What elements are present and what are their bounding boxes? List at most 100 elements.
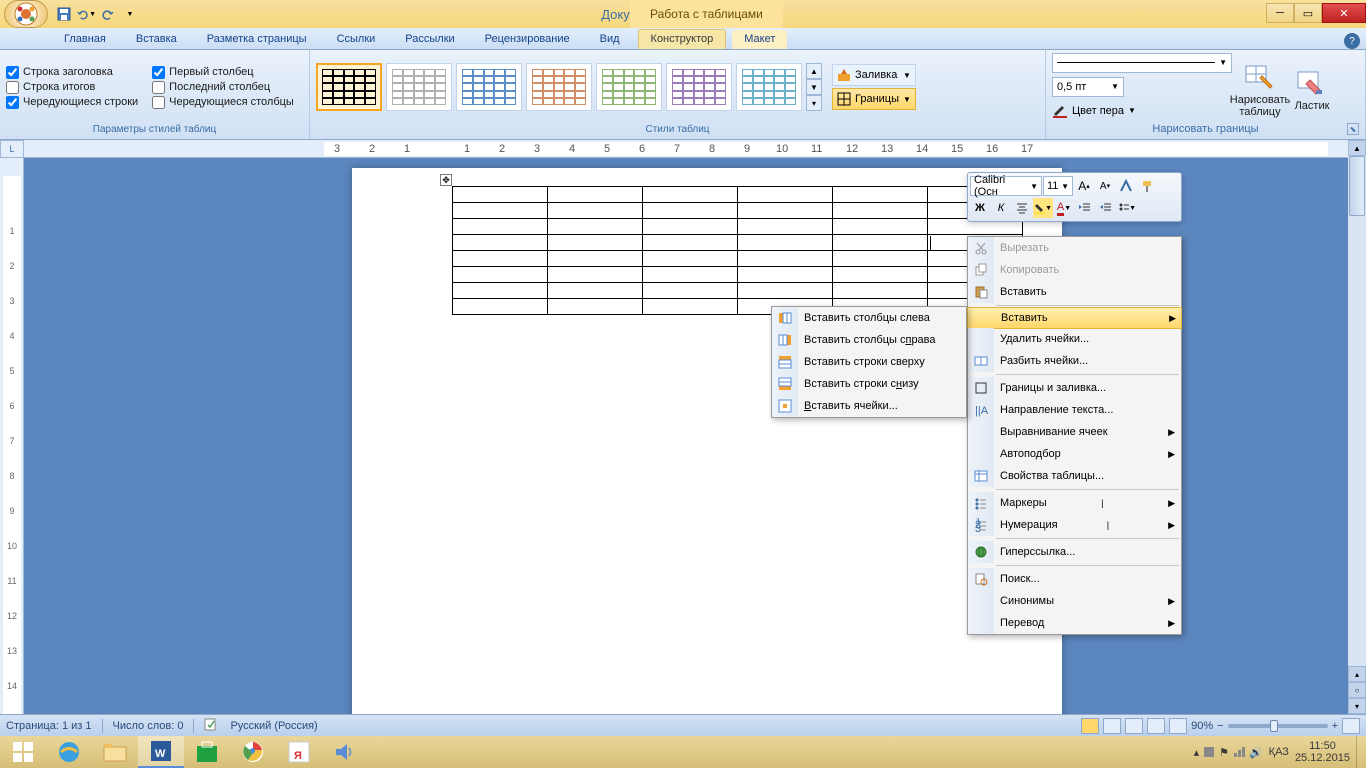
minimize-button[interactable]: ─	[1266, 3, 1294, 23]
ctx-autofit[interactable]: Автоподбор▶	[968, 443, 1181, 465]
eraser-button[interactable]: Ластик	[1288, 62, 1336, 112]
browse-object-icon[interactable]: ○	[1348, 682, 1366, 698]
view-draft-icon[interactable]	[1169, 718, 1187, 734]
draw-table-button[interactable]: Нарисовать таблицу	[1236, 56, 1284, 118]
tray-language[interactable]: ҚАЗ	[1269, 746, 1289, 758]
taskbar-explorer-icon[interactable]	[92, 736, 138, 768]
table-style-item[interactable]	[456, 63, 522, 111]
ctx-hyperlink[interactable]: Гиперссылка...	[968, 541, 1181, 563]
ctx-split-cells[interactable]: Разбить ячейки...	[968, 350, 1181, 372]
vertical-scrollbar[interactable]: ▲ ▴ ○ ▾	[1348, 140, 1366, 714]
status-language[interactable]: Русский (Россия)	[230, 720, 317, 732]
status-proofing-icon[interactable]	[204, 717, 220, 734]
border-weight-combo[interactable]: 0,5 пт▼	[1052, 77, 1124, 97]
vertical-ruler[interactable]: 1 2 3 4 5 6 7 8 9 10 11 12 13 14	[0, 158, 24, 714]
bold-icon[interactable]: Ж	[970, 198, 990, 218]
border-style-combo[interactable]: ▼	[1052, 53, 1232, 73]
close-button[interactable]: ✕	[1322, 3, 1366, 23]
gallery-scroll[interactable]: ▲▼▾	[806, 63, 822, 111]
table-style-item[interactable]	[386, 63, 452, 111]
table-style-item[interactable]	[526, 63, 592, 111]
horizontal-ruler[interactable]: 3 2 1 1 2 3 4 5 6 7 8 9 10 11 12 13 14 1…	[24, 140, 1348, 158]
prev-page-icon[interactable]: ▴	[1348, 666, 1366, 682]
tab-mailings[interactable]: Рассылки	[393, 30, 466, 49]
tray-icon[interactable]	[1202, 745, 1216, 759]
ctx-cell-alignment[interactable]: Выравнивание ячеек▶	[968, 421, 1181, 443]
check-header-row[interactable]: Строка заголовка	[6, 66, 138, 79]
next-page-icon[interactable]: ▾	[1348, 698, 1366, 714]
tab-home[interactable]: Главная	[52, 30, 118, 49]
check-last-col[interactable]: Последний столбец	[152, 81, 294, 94]
help-button[interactable]: ?	[1344, 33, 1360, 49]
sub-cells[interactable]: Вставить ячейки...	[772, 395, 966, 417]
borders-button[interactable]: Границы▼	[832, 88, 916, 110]
font-size-combo[interactable]: 11▼	[1043, 176, 1073, 196]
qat-customize-icon[interactable]: ▼	[120, 4, 140, 24]
tab-page-layout[interactable]: Разметка страницы	[195, 30, 319, 49]
tray-network-icon[interactable]	[1232, 745, 1246, 759]
document-table[interactable]	[452, 186, 1023, 315]
table-style-item[interactable]	[666, 63, 732, 111]
ctx-bullets[interactable]: Маркеры|▶	[968, 492, 1181, 514]
taskbar-yandex-icon[interactable]: Я	[276, 736, 322, 768]
zoom-out-icon[interactable]: −	[1217, 720, 1223, 732]
ctx-delete-cells[interactable]: Удалить ячейки...	[968, 328, 1181, 350]
tray-up-icon[interactable]: ▴	[1194, 746, 1200, 759]
table-style-item[interactable]	[736, 63, 802, 111]
document-page[interactable]: ✥	[352, 168, 1062, 714]
check-total-row[interactable]: Строка итогов	[6, 81, 138, 94]
taskbar-ie-icon[interactable]	[46, 736, 92, 768]
pen-color-button[interactable]: Цвет пера▼	[1052, 101, 1232, 121]
center-icon[interactable]	[1012, 198, 1032, 218]
zoom-in-icon[interactable]: +	[1332, 720, 1338, 732]
increase-indent-icon[interactable]	[1096, 198, 1116, 218]
view-full-screen-icon[interactable]	[1103, 718, 1121, 734]
system-tray[interactable]: ▴ ⚑ 🔊	[1194, 745, 1263, 759]
shrink-font-icon[interactable]: A▾	[1095, 176, 1115, 196]
ctx-synonyms[interactable]: Синонимы▶	[968, 590, 1181, 612]
shading-button[interactable]: Заливка▼	[832, 64, 916, 86]
table-style-item[interactable]	[316, 63, 382, 111]
ctx-paste[interactable]: Вставить	[968, 281, 1181, 303]
zoom-slider[interactable]	[1228, 724, 1328, 728]
bullets-icon[interactable]: ▼	[1117, 198, 1137, 218]
check-first-col[interactable]: Первый столбец	[152, 66, 294, 79]
ctx-translate[interactable]: Перевод▶	[968, 612, 1181, 634]
table-move-handle-icon[interactable]: ✥	[440, 174, 452, 186]
show-desktop-button[interactable]	[1356, 736, 1364, 768]
save-icon[interactable]	[54, 4, 74, 24]
ctx-text-direction[interactable]: ||АНаправление текста...	[968, 399, 1181, 421]
maximize-button[interactable]: ▭	[1294, 3, 1322, 23]
font-color-icon[interactable]: A▼	[1054, 198, 1074, 218]
start-button[interactable]	[0, 736, 46, 768]
tab-layout[interactable]: Макет	[732, 30, 787, 49]
tab-references[interactable]: Ссылки	[325, 30, 388, 49]
sub-rows-above[interactable]: Вставить строки сверху	[772, 351, 966, 373]
dialog-launcher-icon[interactable]: ⬊	[1347, 123, 1359, 135]
ctx-copy[interactable]: Копировать	[968, 259, 1181, 281]
table-style-item[interactable]	[596, 63, 662, 111]
check-banded-rows[interactable]: Чередующиеся строки	[6, 96, 138, 109]
status-word-count[interactable]: Число слов: 0	[113, 720, 184, 732]
ctx-table-properties[interactable]: Свойства таблицы...	[968, 465, 1181, 487]
status-page[interactable]: Страница: 1 из 1	[6, 720, 92, 732]
sub-rows-below[interactable]: Вставить строки снизу	[772, 373, 966, 395]
decrease-indent-icon[interactable]	[1075, 198, 1095, 218]
italic-icon[interactable]: К	[991, 198, 1011, 218]
tray-clock[interactable]: 11:50 25.12.2015	[1295, 740, 1350, 764]
sub-cols-left[interactable]: Вставить столбцы слева	[772, 307, 966, 329]
ctx-insert[interactable]: Вставить▶	[967, 307, 1182, 329]
taskbar-store-icon[interactable]	[184, 736, 230, 768]
redo-icon[interactable]	[98, 4, 118, 24]
grow-font-icon[interactable]: A▴	[1074, 176, 1094, 196]
view-web-icon[interactable]	[1125, 718, 1143, 734]
highlight-icon[interactable]: ▼	[1033, 198, 1053, 218]
tray-flag-icon[interactable]: ⚑	[1219, 746, 1229, 759]
ctx-numbering[interactable]: 123Нумерация|▶	[968, 514, 1181, 536]
undo-icon[interactable]: ▼	[76, 4, 96, 24]
zoom-level[interactable]: 90%	[1191, 720, 1213, 732]
tray-volume-icon[interactable]: 🔊	[1249, 746, 1263, 759]
view-print-layout-icon[interactable]	[1081, 718, 1099, 734]
tab-insert[interactable]: Вставка	[124, 30, 189, 49]
font-combo[interactable]: Calibri (Осн▼	[970, 176, 1042, 196]
